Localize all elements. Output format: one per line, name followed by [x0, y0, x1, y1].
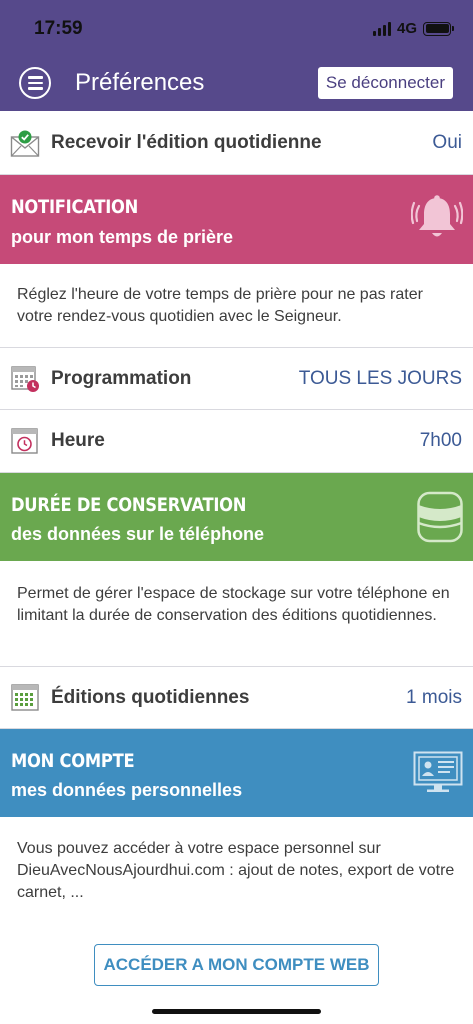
calendar-clock-icon [11, 366, 39, 392]
status-bar: 17:59 4G [0, 0, 473, 58]
notification-subtitle: pour mon temps de prière [11, 227, 234, 247]
account-banner: MON COMPTE mes données personnelles [0, 729, 473, 817]
daily-edition-row[interactable]: Recevoir l'édition quotidienne Oui [0, 111, 473, 175]
menu-icon[interactable] [19, 67, 51, 99]
editions-row[interactable]: Éditions quotidiennes 1 mois [0, 667, 473, 729]
time-value[interactable]: 7h00 [420, 430, 462, 452]
schedule-label: Programmation [51, 367, 192, 389]
time-row[interactable]: Heure 7h00 [0, 410, 473, 473]
clock-icon [11, 428, 38, 454]
storage-banner: DURÉE DE CONSERVATION des données sur le… [0, 473, 473, 561]
bell-icon [411, 195, 463, 237]
id-card-monitor-icon [413, 751, 463, 792]
editions-label: Éditions quotidiennes [51, 686, 250, 708]
home-indicator[interactable] [152, 1009, 321, 1014]
schedule-row[interactable]: Programmation TOUS LES JOURS [0, 348, 473, 410]
daily-edition-label: Recevoir l'édition quotidienne [51, 131, 322, 153]
envelope-check-icon [10, 130, 40, 157]
storage-description: Permet de gérer l'espace de stockage sur… [0, 561, 473, 667]
time-label: Heure [51, 430, 105, 451]
page-title: Préférences [75, 69, 205, 96]
storage-subtitle: des données sur le téléphone [11, 524, 265, 544]
battery-icon [423, 21, 454, 36]
notification-description: Réglez l'heure de votre temps de prière … [0, 264, 473, 348]
account-title: MON COMPTE [11, 750, 135, 772]
calendar-grid-icon [11, 684, 39, 711]
schedule-value[interactable]: TOUS LES JOURS [299, 368, 462, 390]
account-description: Vous pouvez accéder à votre espace perso… [0, 817, 473, 927]
notification-title: NOTIFICATION [11, 196, 139, 218]
network-type: 4G [396, 20, 417, 37]
nav-bar: Préférences Se déconnecter [0, 58, 473, 111]
signal-icon [372, 21, 391, 36]
web-account-button[interactable]: ACCÉDER A MON COMPTE WEB [94, 944, 379, 986]
logout-button[interactable]: Se déconnecter [317, 67, 453, 99]
account-subtitle: mes données personnelles [11, 780, 243, 800]
status-time: 17:59 [34, 18, 83, 39]
editions-value[interactable]: 1 mois [406, 687, 462, 709]
daily-edition-value[interactable]: Oui [432, 132, 462, 154]
notification-banner: NOTIFICATION pour mon temps de prière [0, 175, 473, 264]
storage-title: DURÉE DE CONSERVATION [11, 494, 247, 516]
database-icon [417, 491, 463, 543]
status-indicators: 4G [372, 20, 454, 37]
